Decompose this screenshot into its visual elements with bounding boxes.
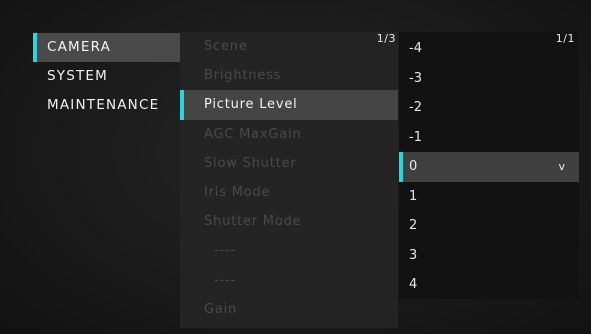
sub-menu-item-label: Scene: [204, 39, 248, 54]
main-menu-item-maintenance[interactable]: MAINTENANCE: [33, 91, 179, 120]
sub-menu-item-placeholder: ----: [180, 266, 398, 295]
selected-marker-icon: v: [558, 160, 565, 173]
value-option[interactable]: 3: [399, 241, 579, 271]
value-option-label: 1: [409, 188, 418, 204]
sub-menu-item-shutter-mode[interactable]: Shutter Mode: [180, 207, 398, 236]
sub-menu-item-iris-mode[interactable]: Iris Mode: [180, 178, 398, 207]
main-menu-item-label: MAINTENANCE: [47, 97, 160, 113]
sub-menu-item-label: Gain: [204, 301, 238, 317]
value-option[interactable]: -4: [399, 34, 579, 64]
value-option[interactable]: 1: [399, 182, 579, 212]
main-menu: CAMERA SYSTEM MAINTENANCE: [33, 33, 189, 120]
value-option-label: -4: [409, 41, 422, 56]
sub-menu-item-placeholder: ----: [180, 236, 398, 265]
value-option-label: 4: [409, 277, 418, 292]
main-menu-item-label: SYSTEM: [47, 68, 109, 84]
value-list: 1/1 -4 -3 -2 -1 0 v 1 2 3 4: [399, 32, 579, 299]
value-option-label: 2: [409, 218, 418, 233]
sub-menu-item-label: Picture Level: [204, 97, 298, 113]
sub-menu-item-label: Slow Shutter: [204, 155, 297, 171]
sub-menu-item-label: Brightness: [204, 68, 282, 84]
value-option-label: -1: [409, 129, 422, 145]
sub-menu-item-picture-level[interactable]: Picture Level: [180, 90, 398, 120]
sub-menu: 1/3 Scene Brightness Picture Level AGC M…: [180, 32, 398, 328]
sub-menu-item-label: Iris Mode: [204, 184, 271, 200]
value-option[interactable]: 4: [399, 270, 579, 300]
sub-menu-item-label: ----: [214, 272, 236, 288]
sub-menu-item-label: Shutter Mode: [204, 214, 302, 230]
sub-menu-item-agc-maxgain[interactable]: AGC MaxGain: [180, 120, 398, 149]
value-option[interactable]: -2: [399, 93, 579, 123]
main-menu-item-system[interactable]: SYSTEM: [33, 62, 179, 91]
sub-menu-item-scene[interactable]: Scene: [180, 32, 398, 61]
value-option-selected[interactable]: 0 v: [399, 152, 579, 182]
sub-menu-item-brightness[interactable]: Brightness: [180, 61, 398, 90]
sub-menu-item-label: AGC MaxGain: [204, 126, 302, 142]
value-option-label: 3: [409, 247, 418, 263]
value-option[interactable]: -3: [399, 64, 579, 94]
osd-menu-screen: CAMERA SYSTEM MAINTENANCE 1/3 Scene Brig…: [0, 0, 591, 334]
main-menu-item-label: CAMERA: [47, 39, 112, 55]
value-option[interactable]: -1: [399, 123, 579, 153]
value-option-label: -2: [409, 100, 422, 115]
value-option-label: 0: [409, 159, 418, 174]
main-menu-item-camera[interactable]: CAMERA: [33, 33, 189, 62]
value-option[interactable]: 2: [399, 211, 579, 241]
sub-menu-item-gain[interactable]: Gain: [180, 295, 398, 324]
value-option-label: -3: [409, 70, 422, 86]
sub-menu-item-label: ----: [214, 243, 236, 259]
value-options: -4 -3 -2 -1 0 v 1 2 3 4: [399, 34, 579, 300]
sub-menu-item-slow-shutter[interactable]: Slow Shutter: [180, 149, 398, 178]
